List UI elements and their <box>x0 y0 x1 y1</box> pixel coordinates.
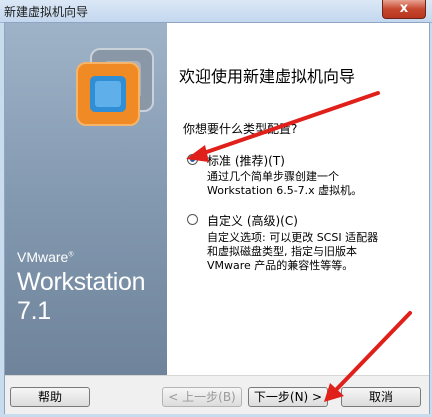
typical-desc-line: Workstation 6.5-7.x 虚拟机。 <box>207 184 363 197</box>
custom-desc-line: 自定义选项: 可以更改 SCSI 适配器 <box>207 231 379 244</box>
typical-label[interactable]: 标准 (推荐)(T) <box>207 152 285 169</box>
product-name: Workstation 7.1 <box>17 268 146 325</box>
typical-description: 通过几个简单步骤创建一个 Workstation 6.5-7.x 虚拟机。 <box>207 170 362 198</box>
vmware-brand: VMware® <box>17 249 74 265</box>
custom-description: 自定义选项: 可以更改 SCSI 适配器 和虚拟磁盘类型, 指定与旧版本 VMw… <box>207 231 378 273</box>
next-button[interactable]: 下一步(N) > <box>248 387 328 407</box>
sidebar-banner: VMware® Workstation 7.1 <box>5 23 167 375</box>
custom-desc-line: 和虚拟磁盘类型, 指定与旧版本 <box>207 245 357 258</box>
help-button[interactable]: 帮助 <box>10 387 90 407</box>
close-button[interactable]: x <box>382 0 426 19</box>
cancel-button[interactable]: 取消 <box>341 387 421 407</box>
wizard-window: VMware® Workstation 7.1 欢迎使用新建虚拟机向导 你想要什… <box>4 22 430 414</box>
wizard-content: 欢迎使用新建虚拟机向导 你想要什么类型配置? 标准 (推荐)(T) 通过几个简单… <box>167 23 429 375</box>
page-title: 欢迎使用新建虚拟机向导 <box>179 67 356 86</box>
brand-text: VMware <box>17 249 69 265</box>
typical-radio[interactable] <box>187 154 198 165</box>
vmware-logo-icon <box>76 48 154 126</box>
custom-desc-line: VMware 产品的兼容性等等。 <box>207 259 354 272</box>
window-title: 新建虚拟机向导 <box>4 5 89 19</box>
button-bar: 帮助 < 上一步(B) 下一步(N) > 取消 <box>5 375 429 414</box>
config-question: 你想要什么类型配置? <box>183 122 298 136</box>
back-button[interactable]: < 上一步(B) <box>162 387 242 407</box>
title-bar: 新建虚拟机向导 x <box>0 0 432 23</box>
custom-radio[interactable] <box>187 214 198 225</box>
typical-desc-line: 通过几个简单步骤创建一个 <box>207 170 339 183</box>
custom-label[interactable]: 自定义 (高级)(C) <box>207 212 298 229</box>
